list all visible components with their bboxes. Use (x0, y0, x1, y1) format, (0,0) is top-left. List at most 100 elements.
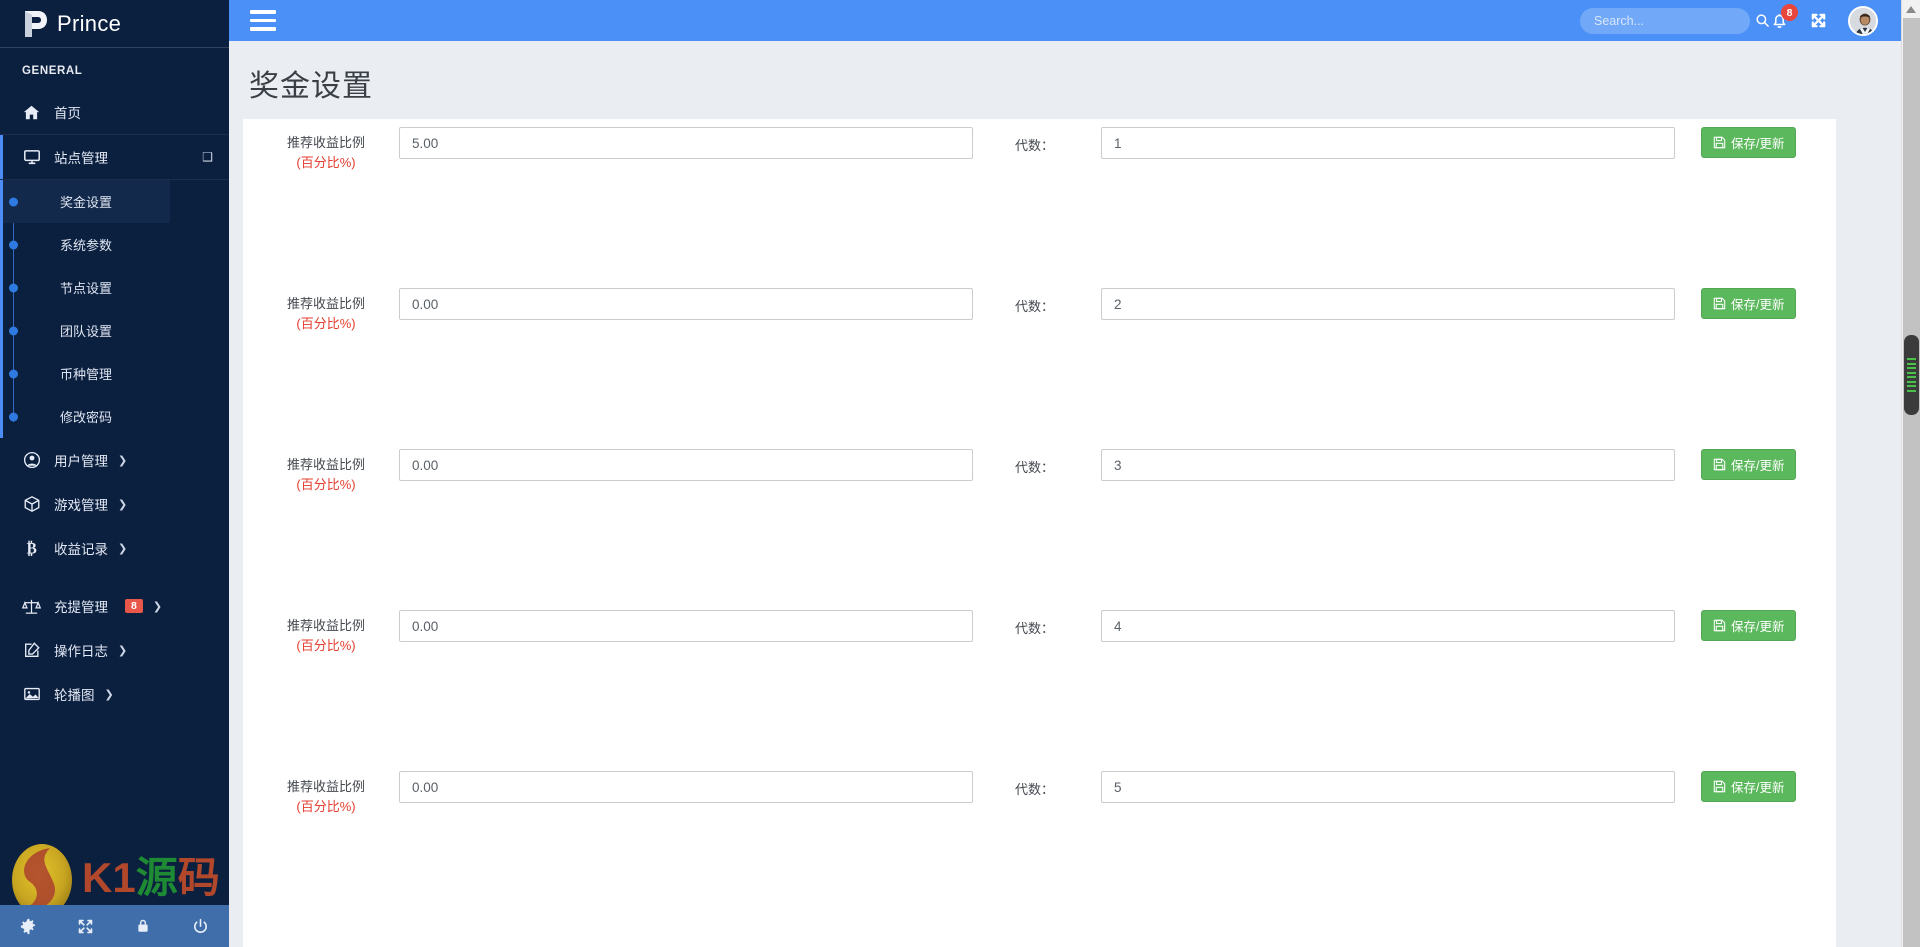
sidebar-item-carousel[interactable]: 轮播图 ❯ (0, 672, 229, 716)
sidebar-item-label: 收益记录 (54, 542, 108, 557)
sidebar-footer-toolbar (0, 905, 229, 947)
bonus-row: 推荐收益比例 (百分比%) 代数： 保存/更新 (243, 771, 1836, 932)
sidebar-subitem-label: 系统参数 (60, 238, 113, 253)
save-update-label: 保存/更新 (1731, 459, 1785, 473)
save-update-button[interactable]: 保存/更新 (1701, 127, 1797, 158)
sidebar-subitem-change-password[interactable]: 修改密码 (3, 395, 229, 438)
ratio-label-main: 推荐收益比例 (286, 296, 365, 311)
sidebar-subitem-label: 奖金设置 (3, 180, 170, 223)
ratio-label: 推荐收益比例 (百分比%) (265, 127, 387, 174)
bitcoin-icon: ₿ (22, 539, 41, 558)
top-header-bar: 8 (229, 0, 1920, 41)
sidebar-item-badge: 8 (125, 599, 143, 613)
sidebar-item-user-management[interactable]: 用户管理 ❯ (0, 438, 229, 482)
generation-label: 代数： (1015, 299, 1055, 314)
floppy-save-icon (1713, 780, 1726, 793)
search-box[interactable] (1580, 7, 1769, 34)
sidebar-item-revenue-records[interactable]: ₿ 收益记录 ❯ (0, 526, 229, 570)
hamburger-icon[interactable] (250, 10, 276, 31)
power-icon[interactable] (183, 909, 217, 943)
sidebar-subitem-bonus-settings[interactable]: 奖金设置 (3, 180, 229, 223)
sidebar-nav: 首页 站点管理 ❑ 奖金设置 系统参数 节点设置 团队设置 币种管理 修改密码 … (0, 90, 229, 716)
lock-icon[interactable] (126, 909, 160, 943)
gear-icon[interactable] (12, 909, 46, 943)
generation-input[interactable] (1101, 771, 1675, 803)
timeline-dot-icon (9, 240, 18, 249)
ratio-input[interactable] (399, 771, 973, 803)
sidebar-item-home[interactable]: 首页 (0, 90, 229, 134)
ratio-input[interactable] (399, 288, 973, 320)
timeline-dot-icon (9, 283, 18, 292)
save-update-button[interactable]: 保存/更新 (1701, 449, 1797, 480)
bell-icon[interactable]: 8 (1770, 4, 1798, 30)
generation-input[interactable] (1101, 127, 1675, 159)
page-title: 奖金设置 (249, 70, 373, 103)
sidebar-submenu-container: 奖金设置 系统参数 节点设置 团队设置 币种管理 修改密码 (0, 180, 229, 438)
sidebar-item-site-management[interactable]: 站点管理 ❑ (0, 134, 229, 180)
save-update-button[interactable]: 保存/更新 (1701, 610, 1797, 641)
ratio-label-main: 推荐收益比例 (286, 779, 365, 794)
save-update-button[interactable]: 保存/更新 (1701, 771, 1797, 802)
expand-arrows-icon[interactable] (1809, 11, 1828, 30)
generation-input[interactable] (1101, 610, 1675, 642)
search-input[interactable] (1594, 13, 1755, 28)
generation-input[interactable] (1101, 449, 1675, 481)
sidebar-item-deposit-withdraw[interactable]: 充提管理 8 ❯ (0, 584, 229, 628)
sidebar-submenu: 奖金设置 系统参数 节点设置 团队设置 币种管理 修改密码 (0, 180, 229, 438)
save-update-label: 保存/更新 (1731, 781, 1785, 795)
edit-square-icon (22, 641, 41, 660)
timeline-dot-icon (9, 197, 18, 206)
scrollbar-thumb[interactable] (1904, 335, 1919, 415)
watermark-text: K1源码 (82, 854, 220, 901)
sidebar-subitem-currency-management[interactable]: 币种管理 (3, 352, 229, 395)
floppy-save-icon (1713, 458, 1726, 471)
monitor-icon (22, 148, 41, 167)
topbar-right-group: 8 (1580, 4, 1920, 36)
floppy-save-icon (1713, 297, 1726, 310)
chevron-right-icon: ❯ (118, 542, 128, 555)
sidebar-subitem-label: 团队设置 (60, 324, 113, 339)
ratio-input[interactable] (399, 610, 973, 642)
avatar[interactable] (1848, 5, 1878, 36)
sidebar-subitem-system-params[interactable]: 系统参数 (3, 223, 229, 266)
sidebar-item-label: 游戏管理 (54, 498, 108, 513)
page-scrollbar[interactable] (1901, 0, 1920, 947)
sidebar-subitem-node-settings[interactable]: 节点设置 (3, 266, 229, 309)
ratio-label-sub: (百分比%) (296, 476, 356, 492)
ratio-label: 推荐收益比例 (百分比%) (265, 771, 387, 818)
prince-p-logo-icon (22, 9, 48, 39)
timeline-dot-icon (9, 412, 18, 421)
ratio-label-sub: (百分比%) (296, 798, 356, 814)
chevron-right-icon: ❯ (118, 454, 128, 467)
sidebar-subitem-team-settings[interactable]: 团队设置 (3, 309, 229, 352)
generation-label: 代数： (1015, 460, 1055, 475)
sidebar-item-label: 轮播图 (54, 688, 95, 703)
chevron-right-icon: ❯ (118, 644, 128, 657)
save-update-label: 保存/更新 (1731, 620, 1785, 634)
save-update-button[interactable]: 保存/更新 (1701, 288, 1797, 319)
floppy-save-icon (1713, 619, 1726, 632)
scrollbar-up-arrow-icon[interactable] (1902, 0, 1920, 18)
sidebar-item-operation-log[interactable]: 操作日志 ❯ (0, 628, 229, 672)
ratio-label-main: 推荐收益比例 (286, 135, 365, 150)
bonus-settings-card: 推荐收益比例 (百分比%) 代数： 保存/更新 推荐收益比例 (243, 119, 1836, 947)
chevron-right-icon: ❯ (104, 688, 114, 701)
sidebar-item-label: 首页 (54, 106, 81, 121)
ratio-input[interactable] (399, 127, 973, 159)
sidebar-item-game-management[interactable]: 游戏管理 ❯ (0, 482, 229, 526)
user-circle-icon (22, 451, 41, 470)
expand-arrows-icon[interactable] (69, 909, 103, 943)
main-content-area: 奖金设置 推荐收益比例 (百分比%) 代数： 保存/更新 (229, 41, 1920, 947)
bonus-row: 推荐收益比例 (百分比%) 代数： 保存/更新 (243, 449, 1836, 610)
ratio-label-main: 推荐收益比例 (286, 457, 365, 472)
ratio-input[interactable] (399, 449, 973, 481)
brand-logo[interactable]: Prince (0, 0, 229, 48)
search-icon[interactable] (1755, 13, 1770, 28)
home-icon (22, 103, 41, 122)
ratio-label-sub: (百分比%) (296, 637, 356, 653)
scrollbar-track[interactable] (1903, 18, 1920, 947)
ratio-label: 推荐收益比例 (百分比%) (265, 610, 387, 657)
generation-input[interactable] (1101, 288, 1675, 320)
chevron-right-icon: ❯ (152, 600, 163, 613)
scales-icon (22, 597, 41, 616)
